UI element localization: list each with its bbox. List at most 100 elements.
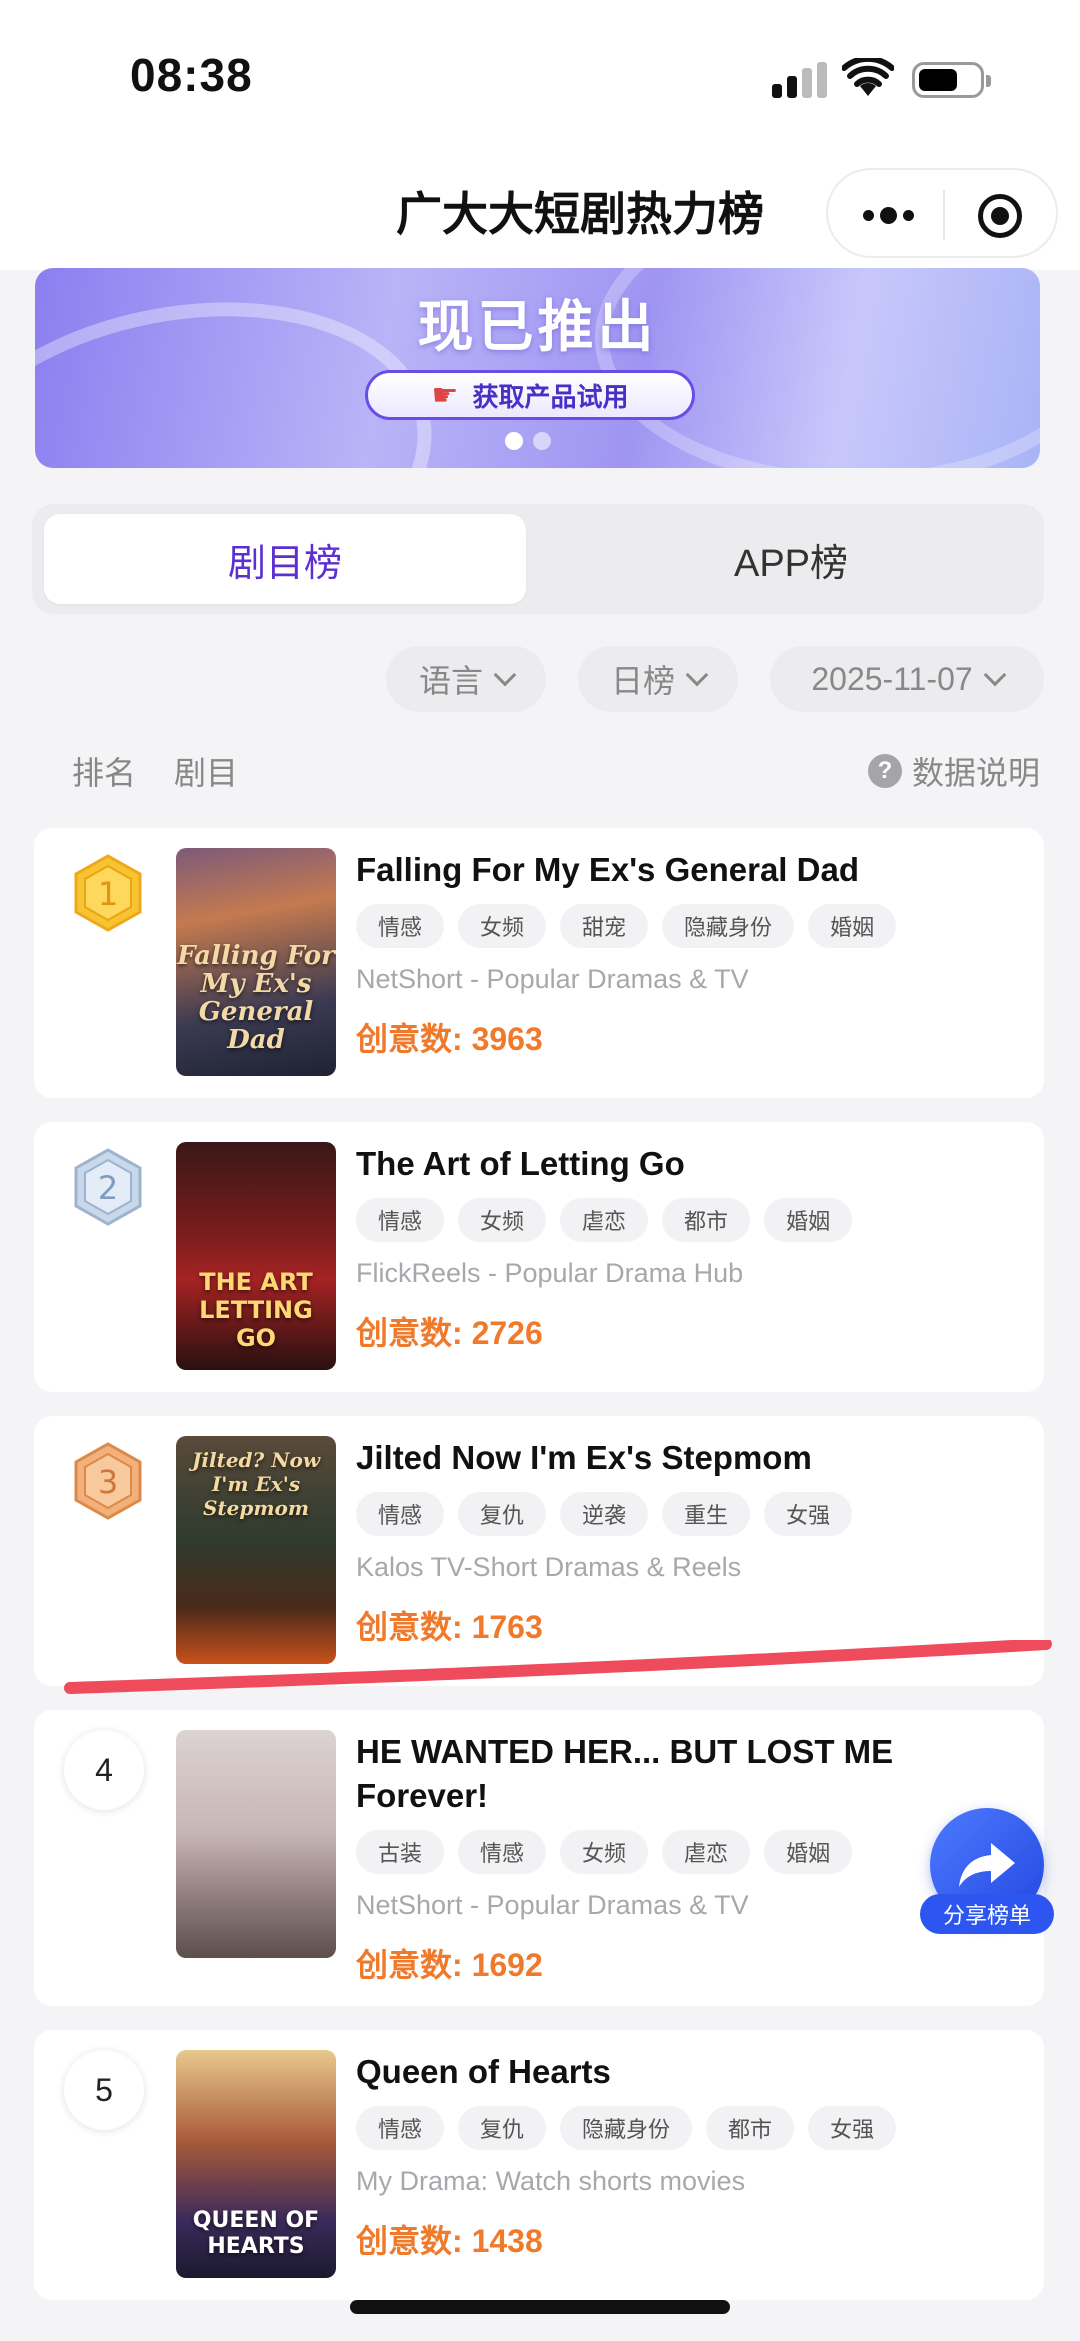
share-ranking-label: 分享榜单	[920, 1894, 1054, 1934]
mini-program-header: 广大大短剧热力榜	[0, 160, 1080, 270]
rank-number: 5	[64, 2050, 144, 2130]
promo-banner[interactable]: 现已推出 ☛ 获取产品试用	[35, 268, 1040, 468]
language-filter[interactable]: 语言	[386, 646, 546, 712]
genre-tags: 古装 情感 女频 虐恋 婚姻	[356, 1830, 853, 1874]
close-miniprogram-icon[interactable]	[978, 194, 1022, 238]
tab-app-ranking[interactable]: APP榜	[550, 514, 1032, 604]
genre-tag: 婚姻	[808, 904, 897, 948]
drama-column-header: 剧目	[174, 755, 239, 791]
genre-tag: 婚姻	[764, 1198, 853, 1242]
genre-tag: 女频	[458, 904, 547, 948]
genre-tag: 婚姻	[764, 1830, 853, 1874]
rank-number: 4	[64, 1730, 144, 1810]
date-filter-label: 2025-11-07	[811, 660, 973, 697]
creative-count: 创意数: 3963	[356, 1021, 543, 1057]
drama-title[interactable]: The Art of Letting Go	[356, 1142, 1006, 1186]
poster-title-text: THE ART LETTING GO	[199, 1268, 313, 1352]
data-note-label: 数据说明	[911, 755, 1040, 791]
date-filter[interactable]: 2025-11-07	[770, 646, 1044, 712]
genre-tag: 女频	[560, 1830, 649, 1874]
banner-dot-active	[505, 432, 523, 450]
drama-title[interactable]: Queen of Hearts	[356, 2050, 1006, 2094]
share-ranking-button[interactable]: 分享榜单	[920, 1808, 1060, 1938]
tab-drama-ranking[interactable]: 剧目榜	[44, 514, 526, 604]
bronze-rank-badge-icon: 3	[72, 1442, 144, 1520]
rank-number: 1	[98, 875, 118, 913]
period-filter[interactable]: 日榜	[578, 646, 738, 712]
genre-tags: 情感 复仇 隐藏身份 都市 女强	[356, 2106, 897, 2150]
banner-pagination	[505, 432, 551, 450]
genre-tags: 情感 复仇 逆袭 重生 女强	[356, 1492, 853, 1536]
genre-tag: 都市	[662, 1198, 751, 1242]
creative-count: 创意数: 1763	[356, 1609, 543, 1645]
banner-headline: 现已推出	[417, 295, 658, 358]
drama-card[interactable]: 2 THE ART LETTING GO The Art of Letting …	[34, 1122, 1044, 1392]
drama-card[interactable]: 1 Falling For My Ex's General Dad Fallin…	[34, 828, 1044, 1098]
drama-card[interactable]: 4 HE WANTED HER... BUT LOST ME Forever! …	[34, 1710, 1044, 2006]
mini-program-capsule	[826, 168, 1058, 258]
banner-cta-label: 获取产品试用	[472, 381, 629, 412]
genre-tag: 甜宠	[560, 904, 649, 948]
status-bar: 08:38	[0, 0, 1080, 160]
page: 08:38 广大大短剧热力榜 现已推出 ☛ 获取产品试用 剧目榜 APP榜 语言…	[0, 0, 1080, 2341]
genre-tag: 女强	[808, 2106, 897, 2150]
home-indicator[interactable]	[350, 2300, 730, 2314]
rank-number: 2	[98, 1169, 118, 1207]
more-menu-button[interactable]	[848, 190, 928, 240]
genre-tag: 重生	[662, 1492, 751, 1536]
chevron-down-icon	[685, 663, 709, 687]
genre-tag: 都市	[706, 2106, 795, 2150]
chevron-down-icon	[983, 663, 1006, 687]
genre-tag: 虐恋	[560, 1198, 649, 1242]
capsule-divider	[943, 190, 945, 240]
wifi-icon	[842, 58, 894, 96]
data-note-link[interactable]: ? 数据说明	[867, 748, 1040, 794]
language-filter-label: 语言	[418, 663, 483, 699]
gold-rank-badge-icon: 1	[72, 854, 144, 932]
app-name: FlickReels - Popular Drama Hub	[356, 1258, 744, 1288]
drama-card[interactable]: 5 QUEEN OF HEARTS Queen of Hearts 情感 复仇 …	[34, 2030, 1044, 2300]
poster-title-text: QUEEN OF HEARTS	[192, 2208, 320, 2259]
rank-column-header: 排名	[72, 755, 137, 791]
silver-rank-badge-icon: 2	[72, 1148, 144, 1226]
drama-poster[interactable]: Jilted? Now I'm Ex's Stepmom	[176, 1436, 336, 1664]
banner-dot	[533, 432, 551, 450]
signal-icon	[772, 62, 828, 98]
drama-poster[interactable]	[176, 1730, 336, 1958]
genre-tag: 隐藏身份	[560, 2106, 693, 2150]
genre-tags: 情感 女频 甜宠 隐藏身份 婚姻	[356, 904, 897, 948]
genre-tag: 情感	[356, 2106, 445, 2150]
chevron-down-icon	[493, 663, 517, 687]
genre-tag: 复仇	[458, 1492, 547, 1536]
drama-poster[interactable]: THE ART LETTING GO	[176, 1142, 336, 1370]
drama-poster[interactable]: Falling For My Ex's General Dad	[176, 848, 336, 1076]
genre-tag: 情感	[356, 1492, 445, 1536]
banner-cta-button[interactable]: ☛ 获取产品试用	[365, 370, 695, 420]
drama-card[interactable]: 3 Jilted? Now I'm Ex's Stepmom Jilted No…	[34, 1416, 1044, 1686]
genre-tag: 情感	[356, 904, 445, 948]
rank-number: 3	[98, 1463, 118, 1501]
genre-tag: 逆袭	[560, 1492, 649, 1536]
drama-title[interactable]: HE WANTED HER... BUT LOST ME Forever!	[356, 1730, 1006, 1818]
app-name: NetShort - Popular Dramas & TV	[356, 964, 749, 994]
drama-title[interactable]: Jilted Now I'm Ex's Stepmom	[356, 1436, 1006, 1480]
ranking-tabs: 剧目榜 APP榜	[32, 504, 1044, 614]
genre-tag: 情感	[458, 1830, 547, 1874]
genre-tags: 情感 女频 虐恋 都市 婚姻	[356, 1198, 853, 1242]
question-icon: ?	[867, 754, 902, 788]
poster-title-text: Falling For My Ex's General Dad	[177, 941, 335, 1055]
genre-tag: 女频	[458, 1198, 547, 1242]
battery-icon	[912, 62, 991, 98]
genre-tag: 虐恋	[662, 1830, 751, 1874]
creative-count: 创意数: 1692	[356, 1947, 543, 1983]
genre-tag: 复仇	[458, 2106, 547, 2150]
drama-poster[interactable]: QUEEN OF HEARTS	[176, 2050, 336, 2278]
creative-count: 创意数: 2726	[356, 1315, 543, 1351]
status-time: 08:38	[130, 49, 253, 101]
creative-count: 创意数: 1438	[356, 2223, 543, 2259]
genre-tag: 古装	[356, 1830, 445, 1874]
poster-title-text: Jilted? Now I'm Ex's Stepmom	[191, 1448, 321, 1520]
drama-title[interactable]: Falling For My Ex's General Dad	[356, 848, 1006, 892]
genre-tag: 女强	[764, 1492, 853, 1536]
pointing-hand-icon: ☛	[431, 378, 459, 412]
